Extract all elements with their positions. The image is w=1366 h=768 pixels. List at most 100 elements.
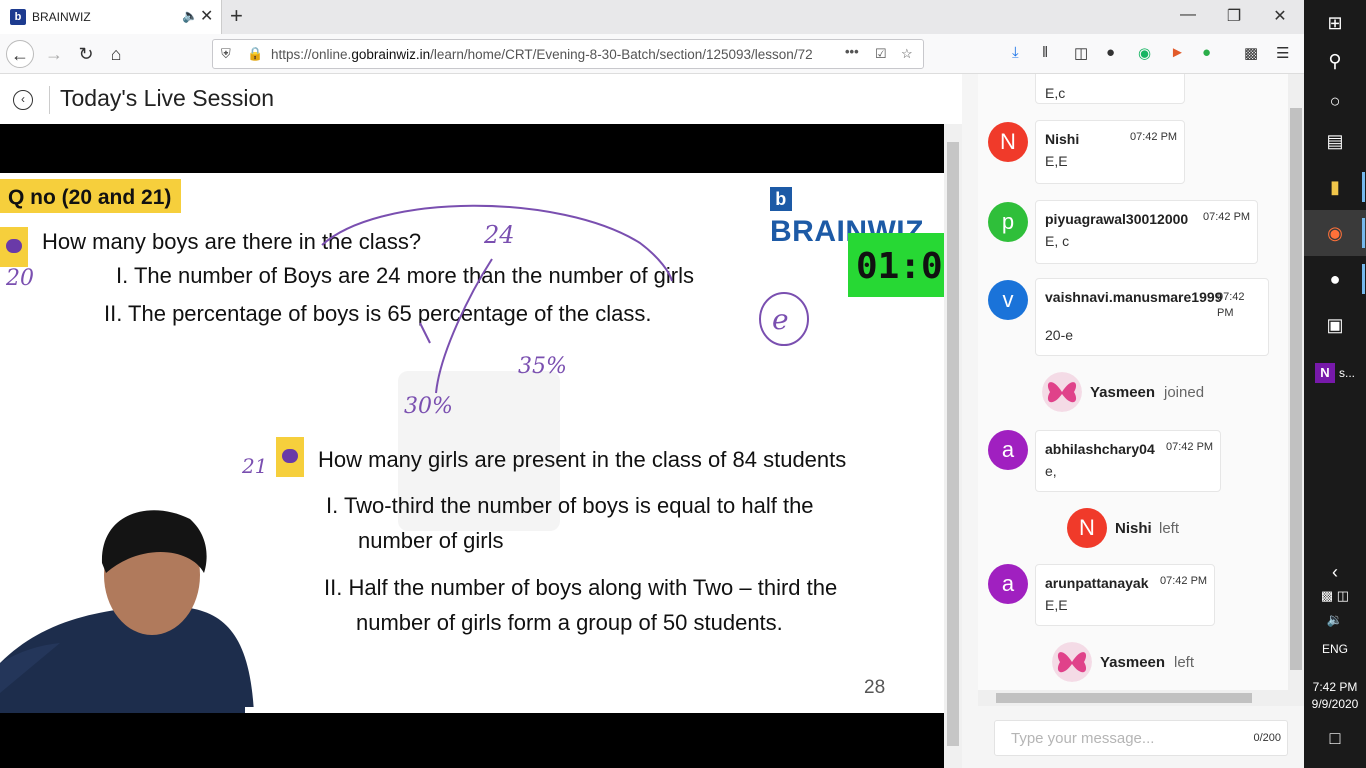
message-bubble: piyuagrawal30012000 07:42 PM E, c	[1035, 200, 1258, 264]
annotation-24: 24	[483, 221, 515, 249]
message-time: 07:42 PM	[1217, 291, 1245, 319]
chat-horizontal-scrollbar[interactable]	[978, 690, 1288, 706]
camera-icon[interactable]: ▣	[1304, 302, 1366, 348]
message-text: E,E	[1045, 153, 1068, 169]
message-time: 07:42 PM	[1130, 131, 1178, 143]
windows-taskbar: ⊞ ⚲ ○ ▤ ▮ ◉ ● ▣ Ns... ‹ ▩ ◫ 🔉 ENG 7:42 P…	[1304, 0, 1366, 768]
firefox-icon[interactable]: ◉	[1304, 210, 1366, 256]
lock-icon[interactable]: 🔒	[247, 46, 263, 62]
nav-toolbar: ← → ↻ ⌂ ⛨ 🔒 https://online.gobrainwiz.in…	[0, 34, 1304, 74]
message-sender: vaishnavi.manusmare1999	[1045, 289, 1223, 305]
chat-input-box[interactable]: 0/200	[994, 720, 1288, 756]
clock-time[interactable]: 7:42 PM	[1304, 680, 1366, 694]
chat-message: E,c	[978, 74, 1288, 104]
extension-b-icon[interactable]: ●	[1202, 44, 1211, 61]
chat-scrollbar-thumb[interactable]	[1290, 108, 1302, 670]
bookmark-star-icon[interactable]: ☆	[901, 46, 913, 62]
message-bubble: arunpattanayak 07:42 PM E,E	[1035, 564, 1215, 626]
event-action: left	[1159, 520, 1180, 537]
avatar: v	[988, 280, 1028, 320]
chat-message: v vaishnavi.manusmare1999 07:42 PM 20-e	[978, 278, 1288, 356]
onenote-icon[interactable]: Ns...	[1304, 350, 1366, 396]
account-icon[interactable]: ●	[1106, 44, 1115, 61]
volume-icon[interactable]: 🔉	[1304, 612, 1366, 628]
megaphone-icon[interactable]: ►	[1170, 44, 1185, 61]
close-window-icon[interactable]: ✕	[1260, 6, 1300, 26]
avatar: a	[988, 564, 1028, 604]
event-user: Yasmeen	[1100, 654, 1166, 671]
header-divider	[49, 86, 50, 114]
avatar: p	[988, 202, 1028, 242]
message-text: E,E	[1045, 597, 1068, 613]
presenter-video	[0, 510, 365, 713]
chat-hscroll-thumb[interactable]	[996, 693, 1252, 703]
tab-title: BRAINWIZ	[32, 10, 91, 24]
message-bubble: Nishi 07:42 PM E,E	[1035, 120, 1185, 184]
video-player[interactable]: Q no (20 and 21) bBRAINWIZ 01:04 How man…	[0, 124, 944, 768]
message-text: 20-e	[1045, 327, 1074, 343]
message-input[interactable]	[1011, 730, 1231, 747]
shield-icon[interactable]: ⛨	[221, 46, 231, 62]
notifications-icon[interactable]: □	[1304, 728, 1366, 749]
message-sender: arunpattanayak	[1045, 575, 1149, 591]
url-text[interactable]: https://online.gobrainwiz.in/learn/home/…	[271, 47, 831, 62]
annotation-35: 35%	[518, 354, 567, 379]
message-sender: abhilashchary04	[1045, 441, 1155, 457]
chat-event-joined: Yasmeen joined	[1042, 372, 1242, 412]
event-action: joined	[1164, 384, 1205, 401]
file-explorer-icon[interactable]: ▮	[1304, 164, 1366, 210]
message-sender: piyuagrawal30012000	[1045, 211, 1189, 227]
page-scrollbar-thumb[interactable]	[947, 142, 959, 746]
library-icon[interactable]: ‖	[1042, 44, 1048, 61]
annotation-20: 20	[5, 266, 34, 291]
download-icon[interactable]: ⤓	[1012, 44, 1019, 61]
extensions-icon[interactable]: ▩	[1244, 44, 1258, 62]
chat-message: a arunpattanayak 07:42 PM E,E	[978, 564, 1288, 626]
message-time: 07:42 PM	[1166, 441, 1214, 453]
language-indicator[interactable]: ENG	[1304, 642, 1366, 656]
annotation-21: 21	[241, 454, 267, 478]
avatar: N	[988, 122, 1028, 162]
annotation-30: 30%	[404, 394, 453, 419]
address-bar[interactable]: ⛨ 🔒 https://online.gobrainwiz.in/learn/h…	[212, 39, 924, 69]
home-button[interactable]: ⌂	[102, 40, 130, 68]
tray-expand-icon[interactable]: ‹	[1304, 562, 1366, 583]
forward-button[interactable]: →	[40, 40, 68, 68]
page-scrollbar[interactable]	[944, 124, 962, 768]
restore-icon[interactable]: ❐	[1214, 6, 1254, 26]
sidebar-icon[interactable]: ◫	[1074, 44, 1088, 62]
butterfly-avatar-icon	[1052, 642, 1092, 682]
event-action: left	[1174, 654, 1195, 671]
minimize-icon[interactable]: —	[1168, 6, 1208, 24]
message-text: E,c	[1045, 85, 1066, 101]
message-bubble: abhilashchary04 07:42 PM e,	[1035, 430, 1221, 492]
chat-event-left: N Nishi left	[1067, 508, 1217, 548]
grammarly-icon[interactable]: ◉	[1138, 44, 1151, 62]
voice-recorder-icon[interactable]: ●	[1304, 256, 1366, 302]
page-actions-icon[interactable]: •••	[845, 44, 859, 59]
task-view-icon[interactable]: ▤	[1304, 118, 1366, 164]
clock-date[interactable]: 9/9/2020	[1304, 697, 1366, 711]
message-bubble: vaishnavi.manusmare1999 07:42 PM 20-e	[1035, 278, 1269, 356]
close-tab-icon[interactable]: ✕	[200, 6, 213, 26]
message-text: e,	[1045, 463, 1057, 479]
chat-panel: E,c N Nishi 07:42 PM E,E p piyuagrawal30…	[962, 74, 1304, 768]
menu-icon[interactable]: ☰	[1276, 44, 1289, 62]
network-battery-icon[interactable]: ▩ ◫	[1304, 588, 1366, 604]
chat-messages[interactable]: E,c N Nishi 07:42 PM E,E p piyuagrawal30…	[978, 74, 1288, 706]
speaker-icon[interactable]: 🔈	[182, 8, 198, 24]
back-arrow-icon[interactable]: ‹	[13, 90, 33, 110]
message-bubble: E,c	[1035, 74, 1185, 104]
reload-button[interactable]: ↻	[72, 40, 100, 68]
page-header: ‹ Today's Live Session	[0, 74, 962, 124]
char-counter: 0/200	[1253, 732, 1281, 744]
event-user: Nishi	[1115, 520, 1152, 537]
chat-event-left: Yasmeen left	[1052, 642, 1252, 682]
pocket-icon[interactable]: ☑	[875, 46, 887, 62]
page-title: Today's Live Session	[60, 85, 275, 111]
back-button[interactable]: ←	[6, 40, 34, 68]
chat-scrollbar[interactable]	[1288, 74, 1304, 706]
new-tab-icon[interactable]: +	[230, 3, 243, 29]
browser-tab[interactable]: b BRAINWIZ 🔈 ✕	[0, 0, 222, 34]
chat-message: p piyuagrawal30012000 07:42 PM E, c	[978, 200, 1288, 264]
